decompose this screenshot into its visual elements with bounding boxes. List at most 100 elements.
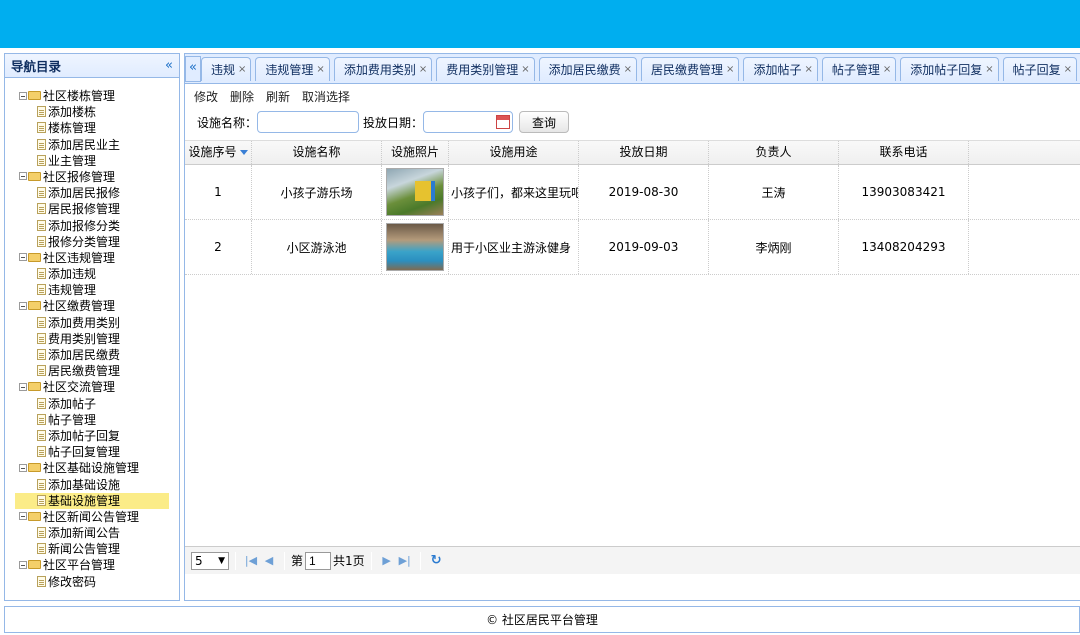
tree-item[interactable]: 修改密码 [5,574,179,590]
collapse-toggle-icon[interactable] [19,512,27,521]
tab[interactable]: 添加费用类别 × [333,57,433,81]
tree-item[interactable]: 楼栋管理 [5,120,179,136]
tree-item[interactable]: 添加居民业主 [5,137,179,153]
tree-group[interactable]: 社区报修管理 [5,169,179,185]
folder-icon [28,301,41,311]
last-page-icon[interactable]: ▶| [396,554,414,567]
tab[interactable]: 帖子管理 × [821,57,897,81]
tree-item-label: 费用类别管理 [48,331,121,346]
tree-item[interactable]: 新闻公告管理 [5,541,179,557]
tree-group[interactable]: 社区楼栋管理 [5,88,179,104]
tree-item-label: 添加报修分类 [48,218,121,233]
collapse-toggle-icon[interactable] [19,382,27,391]
close-icon[interactable]: × [883,59,891,81]
tree-item[interactable]: 业主管理 [5,153,179,169]
close-icon[interactable]: × [1064,59,1072,81]
collapse-toggle-icon[interactable] [19,91,27,100]
prev-page-icon[interactable]: ◀ [260,554,278,567]
refresh-icon[interactable]: ↻ [431,553,442,568]
column-header-date[interactable]: 投放日期 [579,141,709,164]
tab[interactable]: 费用类别管理 × [436,57,535,81]
column-header-owner[interactable]: 负责人 [709,141,839,164]
next-page-icon[interactable]: ▶ [378,554,396,567]
close-icon[interactable]: × [419,59,427,81]
delete-button[interactable]: 删除 [230,88,254,105]
close-icon[interactable]: × [238,59,246,81]
tab[interactable]: 添加居民缴费 × [538,57,638,81]
collapse-toggle-icon[interactable] [19,301,27,310]
tree-item[interactable]: 添加居民报修 [5,185,179,201]
collapse-toggle-icon[interactable] [19,253,27,262]
tab[interactable]: 添加帖子回复 × [900,57,999,81]
tree-item[interactable]: 居民缴费管理 [5,363,179,379]
page-number-input[interactable] [305,551,332,570]
folder-icon [28,560,41,570]
tree-item[interactable]: 添加居民缴费 [5,347,179,363]
tree-item-label: 添加居民业主 [48,137,121,152]
table-row[interactable]: 1 小孩子游乐场 小孩子们，都来这里玩吧 2019-08-30 王涛 1390308342… [185,165,1080,220]
table-row[interactable]: 2 小区游泳池 用于小区业主游泳健身 2019-09-03 李炳刚 13408204293 [185,220,1080,275]
tree-item-label: 报修分类管理 [48,234,121,249]
collapse-toggle-icon[interactable] [19,463,27,472]
tree-item[interactable]: 添加费用类别 [5,315,179,331]
facility-name-input[interactable] [257,111,360,133]
tab-label: 居民缴费管理 [651,62,724,77]
tree-item[interactable]: 添加基础设施 [5,477,179,493]
page-size-select[interactable]: 5 ▼ [191,551,229,570]
tab[interactable]: 居民缴费管理 × [641,57,740,81]
tree-item-label: 添加居民报修 [48,186,121,201]
tree-item[interactable]: 添加报修分类 [5,218,179,234]
close-icon[interactable]: × [985,59,993,81]
tree-group-label: 社区楼栋管理 [43,89,116,103]
collapse-toggle-icon[interactable] [19,172,27,181]
tree-item[interactable]: 报修分类管理 [5,234,179,250]
first-page-icon[interactable]: |◀ [242,554,260,567]
date-input[interactable] [423,111,514,133]
close-icon[interactable]: × [726,59,734,81]
close-icon[interactable]: × [804,59,812,81]
tree-group[interactable]: 社区缴费管理 [5,298,179,314]
tree-item[interactable]: 添加帖子回复 [5,428,179,444]
collapse-toggle-icon[interactable] [19,560,27,569]
deselect-button[interactable]: 取消选择 [302,88,350,105]
tree-item[interactable]: 添加帖子 [5,396,179,412]
tab[interactable]: 违规管理 × [255,57,330,81]
nav-title: 导航目录 [11,59,62,74]
calendar-icon[interactable] [496,115,511,129]
edit-button[interactable]: 修改 [194,88,218,105]
tree-item[interactable]: 帖子回复管理 [5,444,179,460]
close-icon[interactable]: × [316,59,324,81]
close-icon[interactable]: × [521,59,529,81]
close-icon[interactable]: × [624,59,632,81]
column-header-id[interactable]: 设施序号 [185,141,252,164]
tree-item-label: 业主管理 [48,153,97,168]
tree-item[interactable]: 违规管理 [5,282,179,298]
tab[interactable]: 帖子回复 × [1002,57,1078,81]
column-header-name[interactable]: 设施名称 [252,141,382,164]
tree-group[interactable]: 社区交流管理 [5,379,179,395]
file-icon [37,203,46,215]
folder-icon [28,252,41,262]
tree-group-label: 社区新闻公告管理 [43,509,140,524]
tree-item[interactable]: 基础设施管理 [15,492,169,509]
tree-item[interactable]: 帖子管理 [5,412,179,428]
tab[interactable]: 违规 × [201,57,252,81]
column-header-usage[interactable]: 设施用途 [449,141,579,164]
column-header-photo[interactable]: 设施照片 [382,141,449,164]
tree-group[interactable]: 社区基础设施管理 [5,460,179,476]
tree-item[interactable]: 添加新闻公告 [5,525,179,541]
tree-item[interactable]: 添加楼栋 [5,104,179,120]
query-button[interactable]: 查询 [519,111,570,133]
cell-date: 2019-08-30 [579,165,709,219]
refresh-button[interactable]: 刷新 [266,88,290,105]
tree-group[interactable]: 社区平台管理 [5,557,179,573]
collapse-icon[interactable]: « [165,58,173,73]
tree-group[interactable]: 社区违规管理 [5,250,179,266]
column-header-phone[interactable]: 联系电话 [839,141,969,164]
tree-item[interactable]: 添加违规 [5,266,179,282]
tab-scroll-left-icon[interactable]: « [185,56,201,82]
tree-item[interactable]: 居民报修管理 [5,201,179,217]
tree-group[interactable]: 社区新闻公告管理 [5,509,179,525]
tab[interactable]: 添加帖子 × [743,57,818,81]
tree-item[interactable]: 费用类别管理 [5,331,179,347]
